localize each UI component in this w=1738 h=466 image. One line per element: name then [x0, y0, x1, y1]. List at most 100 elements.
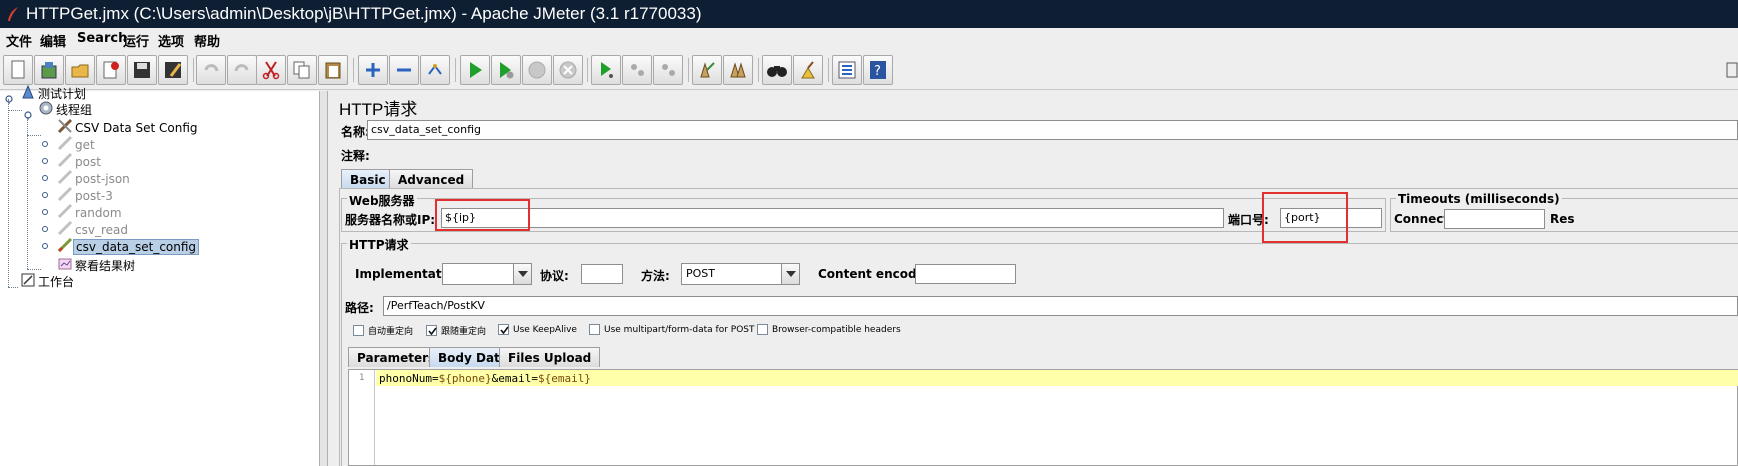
connect-timeout-field[interactable] [1444, 209, 1545, 229]
copy-button[interactable] [287, 55, 317, 85]
checkbox-box [498, 324, 509, 335]
paste-button[interactable] [318, 55, 348, 85]
tree-node-view-results-tree[interactable]: 察看结果树 [57, 257, 137, 274]
comment-field[interactable] [367, 144, 1738, 164]
tree-node-label: post [75, 154, 101, 169]
tab-files-upload[interactable]: Files Upload [499, 347, 601, 367]
menu-run[interactable]: 运行 [123, 31, 149, 50]
auto-redirect-checkbox[interactable]: 自动重定向 [353, 324, 413, 337]
remote-start-button[interactable] [591, 55, 621, 85]
keepalive-checkbox[interactable]: Use KeepAlive [498, 324, 577, 335]
undo-button[interactable] [196, 55, 226, 85]
function-helper-button[interactable] [832, 55, 862, 85]
implementation-select[interactable] [442, 263, 532, 285]
cut-icon [261, 60, 281, 80]
method-select[interactable]: POST [681, 263, 800, 285]
multipart-checkbox[interactable]: Use multipart/form-data for POST [589, 324, 755, 335]
start-no-pause-button[interactable] [491, 55, 521, 85]
expand-button[interactable] [358, 55, 388, 85]
start-no-pause-icon [496, 60, 516, 80]
checkbox-label: 自动重定向 [368, 327, 414, 337]
clear-all-button[interactable] [723, 55, 753, 85]
tree-node-sampler[interactable]: random [57, 203, 124, 221]
collapse-button[interactable] [389, 55, 419, 85]
method-value: POST [686, 267, 715, 280]
checkbox-label: 跟随重定向 [441, 327, 487, 337]
jmeter-feather-icon [6, 6, 20, 22]
open-button[interactable] [65, 55, 95, 85]
server-name-field[interactable]: ${ip} [441, 208, 1224, 228]
tree-node-sampler-selected[interactable]: csv_data_set_config [57, 237, 200, 256]
undo-icon [201, 60, 221, 80]
new-button[interactable] [3, 55, 33, 85]
tree-node-label: csv_read [75, 222, 128, 237]
tree-node-test-plan[interactable]: 测试计划 [20, 84, 88, 102]
tree-expand-toggle[interactable] [23, 110, 33, 120]
cut-button[interactable] [256, 55, 286, 85]
help-icon: ? [868, 60, 888, 80]
start-button[interactable] [460, 55, 490, 85]
body-code-line: phonoNum=${phone}&email=${email} [379, 372, 591, 385]
workbench-icon [20, 272, 36, 291]
menu-search[interactable]: Search [77, 31, 127, 46]
path-field[interactable]: /PerfTeach/PostKV [383, 296, 1738, 316]
tree-node-sampler[interactable]: post [57, 152, 103, 170]
menu-edit[interactable]: 编辑 [40, 31, 66, 50]
tree-node-csv-data-set-config[interactable]: CSV Data Set Config [57, 118, 200, 136]
title-bar: HTTPGet.jmx (C:\Users\admin\Desktop\jB\H… [0, 0, 1738, 28]
reset-search-button[interactable] [793, 55, 823, 85]
test-plan-tree: 测试计划 线程组 CSV Data Set Config get post po… [0, 84, 320, 466]
remote-start-icon [596, 60, 616, 80]
tab-basic[interactable]: Basic [341, 169, 395, 189]
help-button[interactable]: ? [863, 55, 893, 85]
follow-redirects-checkbox[interactable]: 跟随重定向 [426, 324, 486, 337]
code-text: phonoNum= [379, 372, 439, 385]
name-field[interactable]: csv_data_set_config [367, 120, 1738, 140]
protocol-field[interactable] [581, 264, 623, 284]
menu-help[interactable]: 帮助 [194, 31, 220, 50]
save-as-button[interactable] [158, 55, 188, 85]
checkbox-label: Browser-compatible headers [772, 324, 901, 335]
remote-stop-icon [627, 60, 647, 80]
tree-node-label: 察看结果树 [75, 259, 136, 273]
tree-node-label: post-json [75, 171, 130, 186]
toggle-icon [425, 60, 445, 80]
menu-file[interactable]: 文件 [6, 31, 32, 50]
toolbar-overflow-icon[interactable] [1726, 61, 1738, 82]
chevron-down-icon [513, 264, 531, 284]
content-encoding-field[interactable] [915, 264, 1016, 284]
sampler-icon [57, 237, 73, 256]
remote-stop-button[interactable] [622, 55, 652, 85]
toggle-button[interactable] [420, 55, 450, 85]
tree-node-thread-group[interactable]: 线程组 [38, 101, 94, 118]
collapse-icon [394, 60, 414, 80]
tree-connector-dots [42, 141, 48, 249]
redo-button[interactable] [227, 55, 257, 85]
tab-advanced[interactable]: Advanced [389, 169, 474, 189]
menu-options[interactable]: 选项 [158, 31, 184, 50]
tree-node-sampler[interactable]: get [57, 135, 97, 153]
function-helper-icon [837, 60, 857, 80]
stop-button[interactable] [522, 55, 552, 85]
paste-icon [323, 60, 343, 80]
templates-button[interactable] [34, 55, 64, 85]
annotation-highlight-port [1262, 192, 1348, 243]
save-button[interactable] [127, 55, 157, 85]
expand-icon [363, 60, 383, 80]
tree-node-sampler[interactable]: csv_read [57, 220, 130, 238]
tree-node-sampler[interactable]: post-json [57, 169, 132, 187]
remote-exit-button[interactable] [653, 55, 683, 85]
shutdown-button[interactable] [553, 55, 583, 85]
checkbox-box [757, 324, 768, 335]
panel-splitter[interactable] [320, 91, 328, 466]
close-button[interactable] [96, 55, 126, 85]
tree-node-sampler[interactable]: post-3 [57, 186, 115, 204]
name-label: 名称: [341, 125, 370, 139]
clear-button[interactable] [692, 55, 722, 85]
tree-expand-toggle[interactable] [4, 94, 14, 104]
browser-headers-checkbox[interactable]: Browser-compatible headers [757, 324, 901, 335]
toolbar: ? [0, 50, 1738, 90]
http-request-group-title: HTTP请求 [347, 236, 411, 253]
body-data-editor[interactable]: 1 phonoNum=${phone}&email=${email} [348, 369, 1738, 466]
search-button[interactable] [762, 55, 792, 85]
